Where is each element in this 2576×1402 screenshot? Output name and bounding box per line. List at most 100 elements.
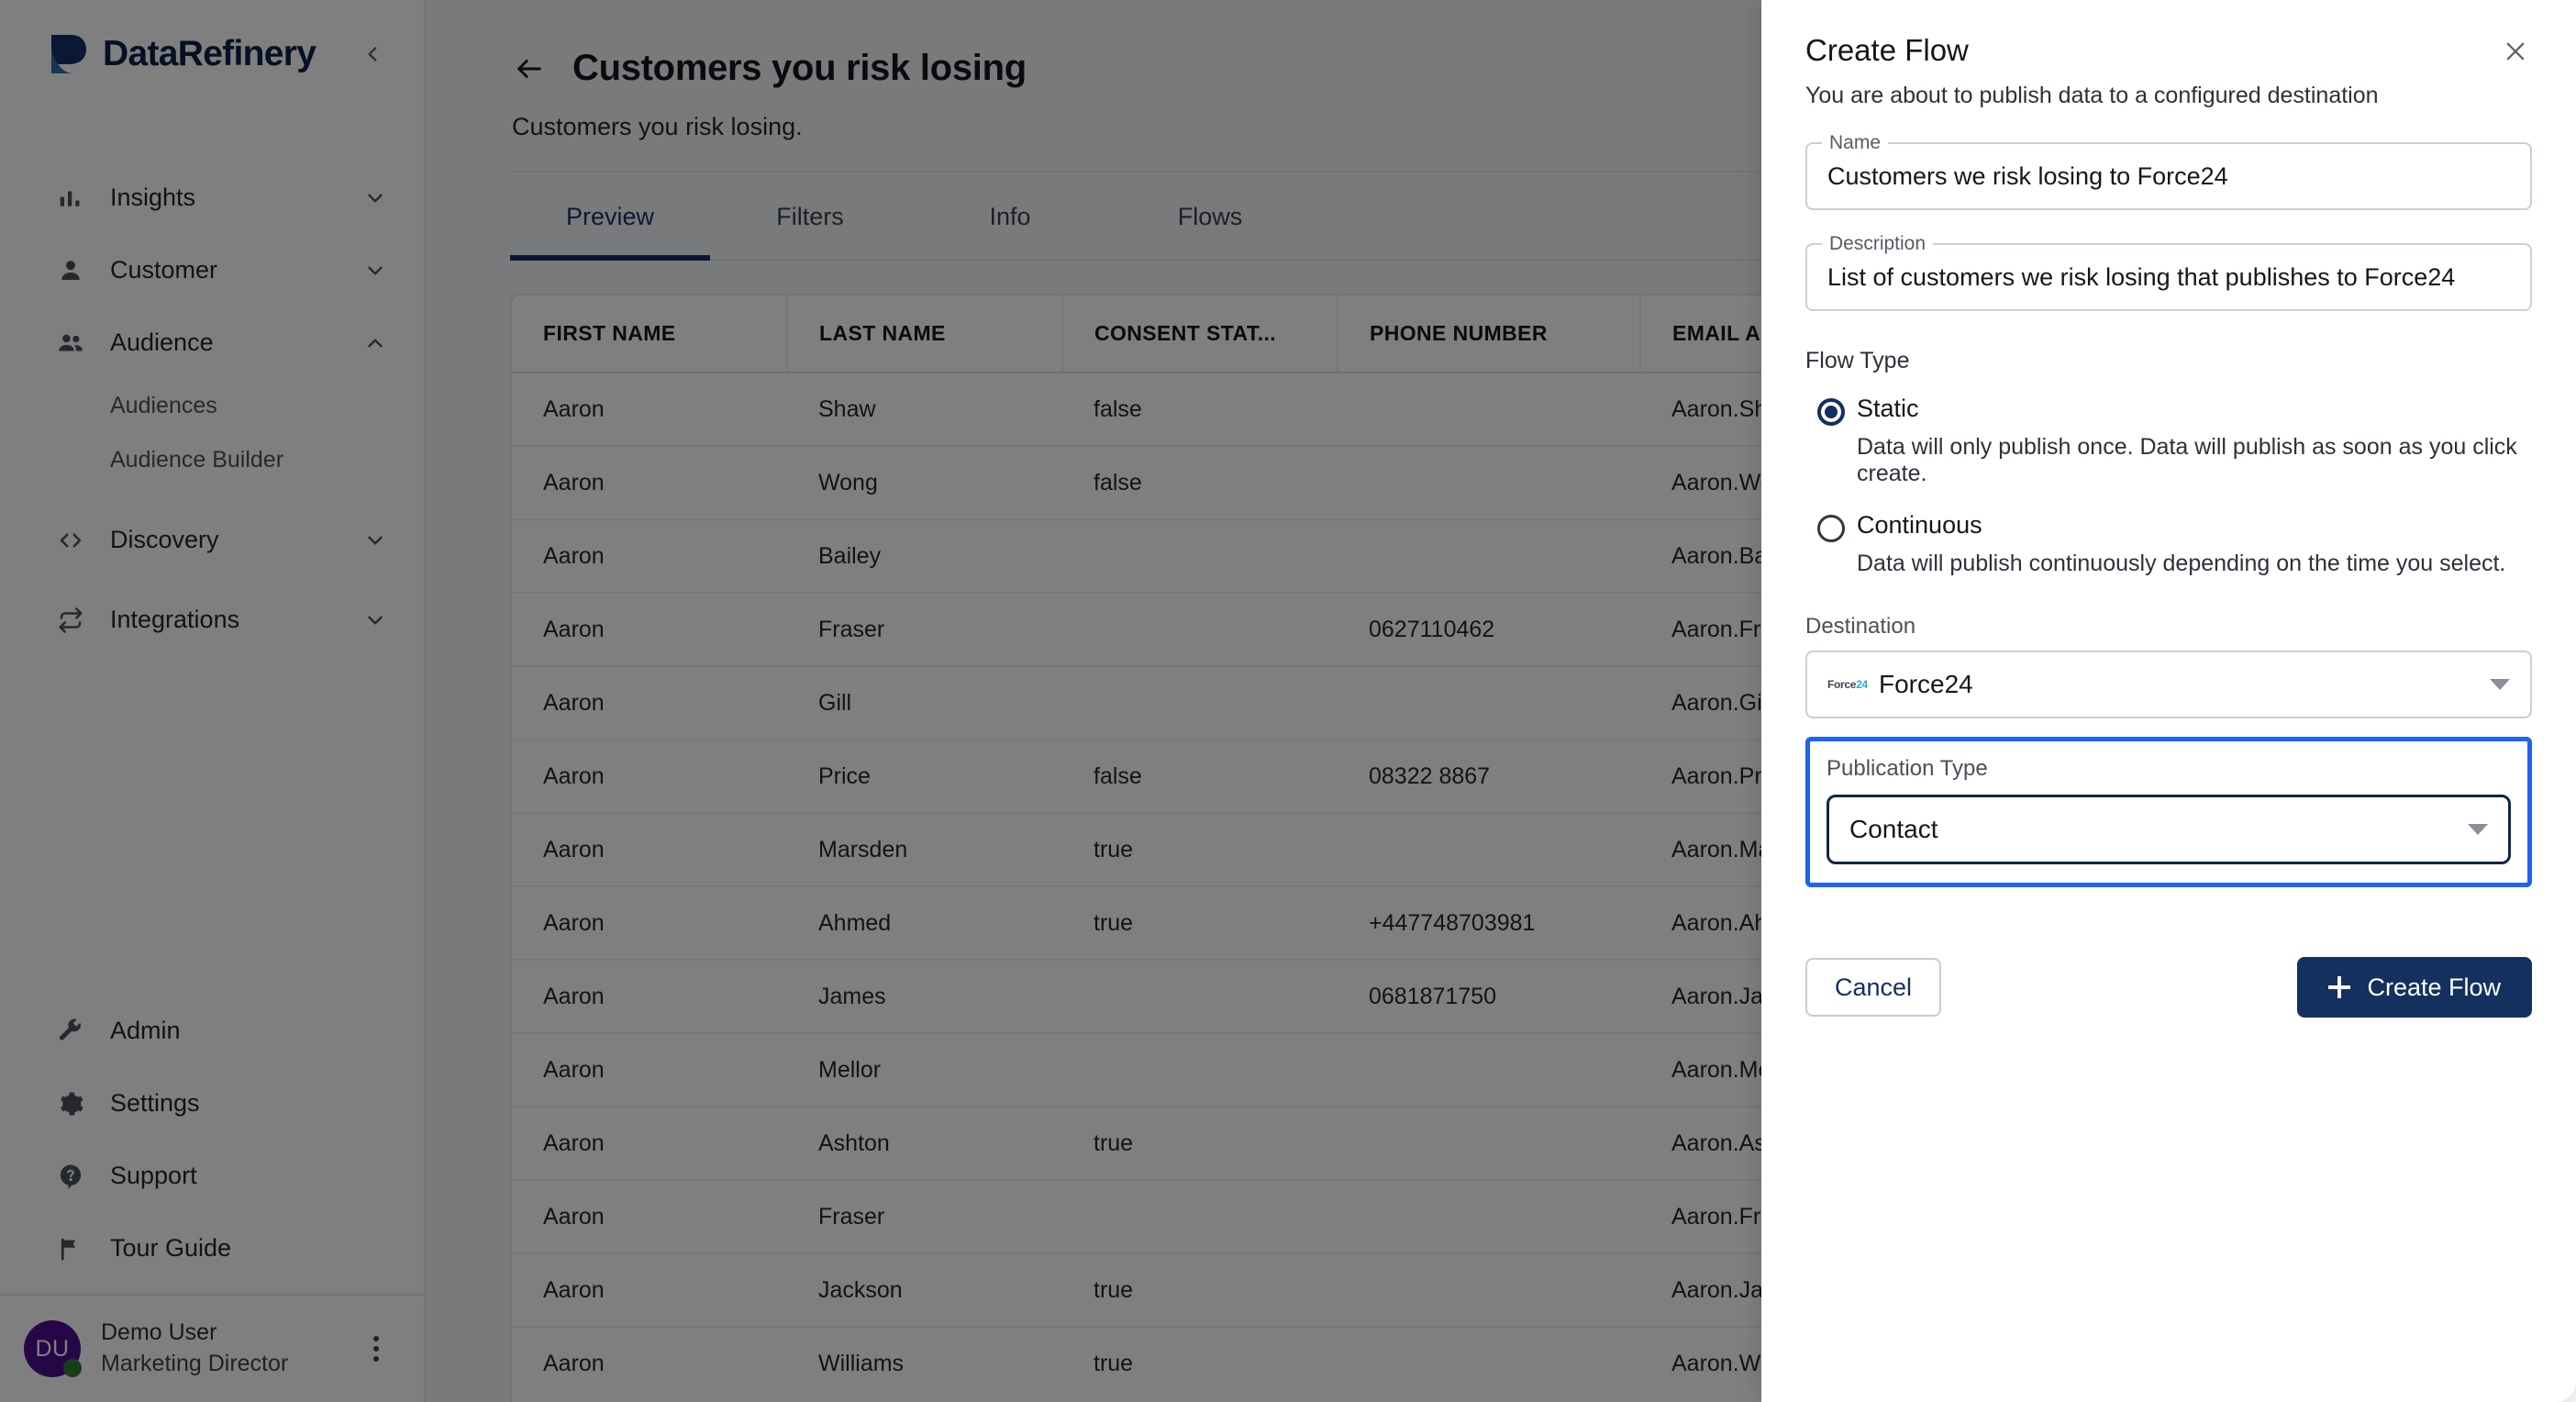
column-header-phone-number[interactable]: PHONE NUMBER [1338, 295, 1641, 373]
cell-last-name: Marsden [787, 813, 1062, 887]
cell-first-name: Aaron [512, 886, 787, 961]
people-icon [51, 328, 90, 358]
caret-down-icon[interactable] [2468, 824, 2488, 835]
tab-filters[interactable]: Filters [710, 172, 910, 261]
bar-chart-icon [51, 184, 90, 212]
create-flow-drawer: Create Flow You are about to publish dat… [1761, 0, 2576, 1402]
cell-consent-status: false [1062, 446, 1338, 520]
name-field-value: Customers we risk losing to Force24 [1827, 161, 2228, 190]
destination-label: Destination [1805, 614, 1916, 639]
tab-flows[interactable]: Flows [1110, 172, 1310, 261]
sidebar-item-tour-guide[interactable]: Tour Guide [0, 1212, 424, 1285]
cell-first-name: Aaron [543, 1351, 605, 1376]
sidebar-item-audience[interactable]: Audience [0, 306, 424, 379]
radio-continuous-description: Data will publish continuously depending… [1857, 551, 2506, 576]
more-options-icon[interactable] [360, 1336, 393, 1362]
cell-last-name: Shaw [787, 373, 1062, 447]
datarefinery-logo-icon [51, 35, 86, 73]
cell-phone-number [1338, 519, 1640, 594]
publication-type-select[interactable]: Contact [1827, 795, 2511, 864]
cell-last-name: Williams [818, 1351, 905, 1376]
cell-consent-status [1062, 666, 1338, 740]
radio-static-body: Static Data will only publish once. Data… [1857, 395, 2532, 487]
radio-static-label: Static [1857, 395, 1919, 422]
drawer-title: Create Flow [1805, 33, 1969, 67]
column-header-first-name[interactable]: FIRST NAME [512, 295, 788, 373]
create-flow-button[interactable]: Create Flow [2297, 957, 2532, 1018]
cell-last-name: James [787, 960, 1062, 1034]
cell-phone-number: 0627110462 [1338, 593, 1640, 667]
cell-phone-number [1338, 666, 1640, 740]
cell-last-name: Fraser [787, 1180, 1062, 1254]
tab-info[interactable]: Info [910, 172, 1110, 261]
cell-phone-number [1338, 1327, 1640, 1400]
arrow-left-icon[interactable] [510, 50, 549, 88]
sidebar-item-label: Tour Guide [110, 1234, 232, 1262]
cell-first-name: Aaron [512, 446, 787, 520]
name-field-legend: Name [1822, 132, 1889, 154]
chevron-down-icon[interactable] [360, 186, 391, 210]
cell-last-name: Jackson [787, 1253, 1062, 1328]
cell-first-name: Aaron [512, 1253, 787, 1328]
column-header-consent-status[interactable]: CONSENT STAT... [1062, 295, 1338, 373]
radio-continuous-label: Continuous [1857, 511, 1982, 539]
sidebar-item-admin[interactable]: Admin [0, 995, 424, 1067]
cell-first-name: Aaron [512, 519, 787, 594]
radio-static-description: Data will only publish once. Data will p… [1857, 434, 2517, 486]
close-icon[interactable] [2499, 35, 2532, 68]
description-field[interactable]: Description List of customers we risk lo… [1805, 233, 2532, 311]
chevron-down-icon[interactable] [360, 608, 391, 632]
column-header-last-name[interactable]: LAST NAME [787, 295, 1063, 373]
cancel-button[interactable]: Cancel [1805, 958, 1942, 1017]
code-icon [51, 527, 90, 554]
tab-preview[interactable]: Preview [510, 172, 710, 261]
person-icon [51, 257, 90, 284]
cell-last-name: Ashton [787, 1107, 1062, 1181]
sidebar-item-audience-builder[interactable]: Audience Builder [0, 433, 424, 487]
sidebar-item-support[interactable]: Support [0, 1140, 424, 1212]
sidebar-item-label: Insights [110, 184, 196, 211]
chevron-down-icon[interactable] [360, 259, 391, 283]
cell-consent-status: false [1062, 740, 1338, 814]
chevron-up-icon[interactable] [360, 331, 391, 355]
radio-option-static[interactable]: Static Data will only publish once. Data… [1805, 395, 2532, 487]
cell-first-name: Aaron [512, 666, 787, 740]
user-profile-row[interactable]: DU Demo User Marketing Director [0, 1294, 424, 1402]
user-meta: Demo User Marketing Director [101, 1318, 360, 1380]
sidebar-item-label: Settings [110, 1089, 200, 1117]
sidebar-item-audiences[interactable]: Audiences [0, 379, 424, 433]
brand-name: DataRefinery [103, 34, 316, 73]
plus-icon [2328, 976, 2351, 998]
sidebar-item-customer[interactable]: Customer [0, 234, 424, 306]
destination-select[interactable]: Force24 Force24 [1805, 651, 2532, 718]
cell-consent-status: true [1062, 1107, 1338, 1181]
cell-last-name: Gill [787, 666, 1062, 740]
chevron-down-icon[interactable] [360, 529, 391, 552]
page-title: Customers you risk losing [572, 48, 1027, 88]
sidebar-item-discovery[interactable]: Discovery [0, 504, 424, 576]
radio-option-continuous[interactable]: Continuous Data will publish continuousl… [1805, 511, 2532, 577]
sidebar-item-settings[interactable]: Settings [0, 1067, 424, 1140]
user-name: Demo User [101, 1319, 217, 1346]
radio-continuous-icon[interactable] [1805, 511, 1857, 577]
caret-down-icon[interactable] [2490, 679, 2510, 690]
chevron-left-icon[interactable] [354, 36, 391, 72]
description-field-value: List of customers we risk losing that pu… [1827, 262, 2456, 291]
publication-type-label: Publication Type [1827, 756, 1988, 781]
sidebar-item-integrations[interactable]: Integrations [0, 584, 424, 656]
avatar: DU [24, 1320, 82, 1377]
name-field[interactable]: Name Customers we risk losing to Force24 [1805, 132, 2532, 210]
destination-select-value: Force24 [1879, 670, 1973, 698]
cell-phone-number [1338, 1107, 1640, 1181]
user-role: Marketing Director [101, 1351, 289, 1376]
flag-icon [51, 1235, 90, 1263]
radio-static-icon[interactable] [1805, 395, 1857, 487]
presence-indicator-icon [63, 1359, 82, 1377]
sidebar-item-label: Customer [110, 256, 218, 284]
cell-first-name: Aaron [512, 960, 787, 1034]
cell-phone-number [1338, 446, 1640, 520]
cell-first-name: Aaron [512, 813, 787, 887]
sidebar-item-insights[interactable]: Insights [0, 161, 424, 234]
cell-phone-number: +447748703981 [1338, 886, 1640, 961]
cell-phone-number: 0681871750 [1338, 960, 1640, 1034]
